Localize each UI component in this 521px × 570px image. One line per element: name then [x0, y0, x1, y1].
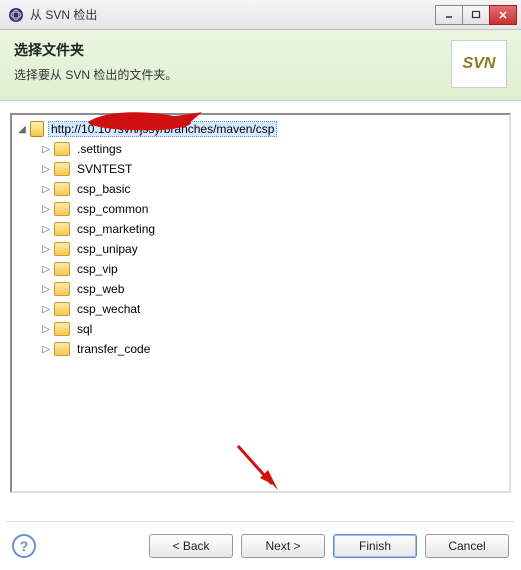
- back-button[interactable]: < Back: [149, 534, 233, 558]
- repository-icon: [30, 121, 44, 137]
- tree-item[interactable]: ▷ SVNTEST: [16, 159, 505, 179]
- folder-icon: [54, 342, 70, 356]
- tree-item[interactable]: ▷ csp_unipay: [16, 239, 505, 259]
- help-button[interactable]: ?: [12, 534, 36, 558]
- expand-icon[interactable]: ▷: [40, 304, 52, 315]
- tree-item[interactable]: ▷ csp_web: [16, 279, 505, 299]
- tree-item-label: csp_vip: [74, 261, 121, 277]
- tree-item[interactable]: ▷ csp_wechat: [16, 299, 505, 319]
- tree-item-label: .settings: [74, 141, 125, 157]
- tree-item-label: sql: [74, 321, 95, 337]
- expand-icon[interactable]: ▷: [40, 144, 52, 155]
- svn-logo: SVN: [451, 40, 507, 88]
- cancel-button[interactable]: Cancel: [425, 534, 509, 558]
- page-subtitle: 选择要从 SVN 检出的文件夹。: [14, 66, 177, 83]
- button-bar: ? < Back Next > Finish Cancel: [0, 522, 521, 570]
- tree-item[interactable]: ▷ transfer_code: [16, 339, 505, 359]
- folder-icon: [54, 162, 70, 176]
- expand-icon[interactable]: ▷: [40, 204, 52, 215]
- folder-icon: [54, 322, 70, 336]
- content-area: ◢ http://10.10 /svn/jssy/branches/maven/…: [0, 101, 521, 521]
- folder-icon: [54, 262, 70, 276]
- folder-icon: [54, 282, 70, 296]
- folder-icon: [54, 302, 70, 316]
- tree-item-label: csp_basic: [74, 181, 133, 197]
- folder-tree[interactable]: ◢ http://10.10 /svn/jssy/branches/maven/…: [10, 113, 511, 493]
- tree-item[interactable]: ▷ csp_common: [16, 199, 505, 219]
- folder-icon: [54, 142, 70, 156]
- tree-root-label: http://10.10 /svn/jssy/branches/maven/cs…: [48, 121, 277, 137]
- expand-icon[interactable]: ◢: [16, 124, 28, 135]
- folder-icon: [54, 202, 70, 216]
- finish-button[interactable]: Finish: [333, 534, 417, 558]
- titlebar: 从 SVN 检出: [0, 0, 521, 30]
- tree-item-label: csp_unipay: [74, 241, 141, 257]
- expand-icon[interactable]: ▷: [40, 184, 52, 195]
- next-button[interactable]: Next >: [241, 534, 325, 558]
- expand-icon[interactable]: ▷: [40, 324, 52, 335]
- tree-root[interactable]: ◢ http://10.10 /svn/jssy/branches/maven/…: [16, 119, 505, 139]
- close-button[interactable]: [489, 5, 517, 25]
- eclipse-icon: [8, 7, 24, 23]
- tree-item[interactable]: ▷ csp_marketing: [16, 219, 505, 239]
- expand-icon[interactable]: ▷: [40, 224, 52, 235]
- tree-item-label: csp_web: [74, 281, 127, 297]
- expand-icon[interactable]: ▷: [40, 344, 52, 355]
- wizard-header: 选择文件夹 选择要从 SVN 检出的文件夹。 SVN: [0, 30, 521, 101]
- tree-item-label: SVNTEST: [74, 161, 135, 177]
- tree-item-label: transfer_code: [74, 341, 153, 357]
- tree-item-label: csp_common: [74, 201, 151, 217]
- tree-item[interactable]: ▷ csp_vip: [16, 259, 505, 279]
- minimize-button[interactable]: [435, 5, 463, 25]
- folder-icon: [54, 222, 70, 236]
- page-title: 选择文件夹: [14, 40, 177, 60]
- window-title: 从 SVN 检出: [30, 6, 436, 23]
- maximize-button[interactable]: [462, 5, 490, 25]
- expand-icon[interactable]: ▷: [40, 244, 52, 255]
- window-controls: [436, 5, 517, 25]
- tree-item[interactable]: ▷ .settings: [16, 139, 505, 159]
- expand-icon[interactable]: ▷: [40, 284, 52, 295]
- tree-item-label: csp_wechat: [74, 301, 143, 317]
- folder-icon: [54, 242, 70, 256]
- tree-item-label: csp_marketing: [74, 221, 158, 237]
- tree-item[interactable]: ▷ sql: [16, 319, 505, 339]
- folder-icon: [54, 182, 70, 196]
- tree-item[interactable]: ▷ csp_basic: [16, 179, 505, 199]
- expand-icon[interactable]: ▷: [40, 164, 52, 175]
- expand-icon[interactable]: ▷: [40, 264, 52, 275]
